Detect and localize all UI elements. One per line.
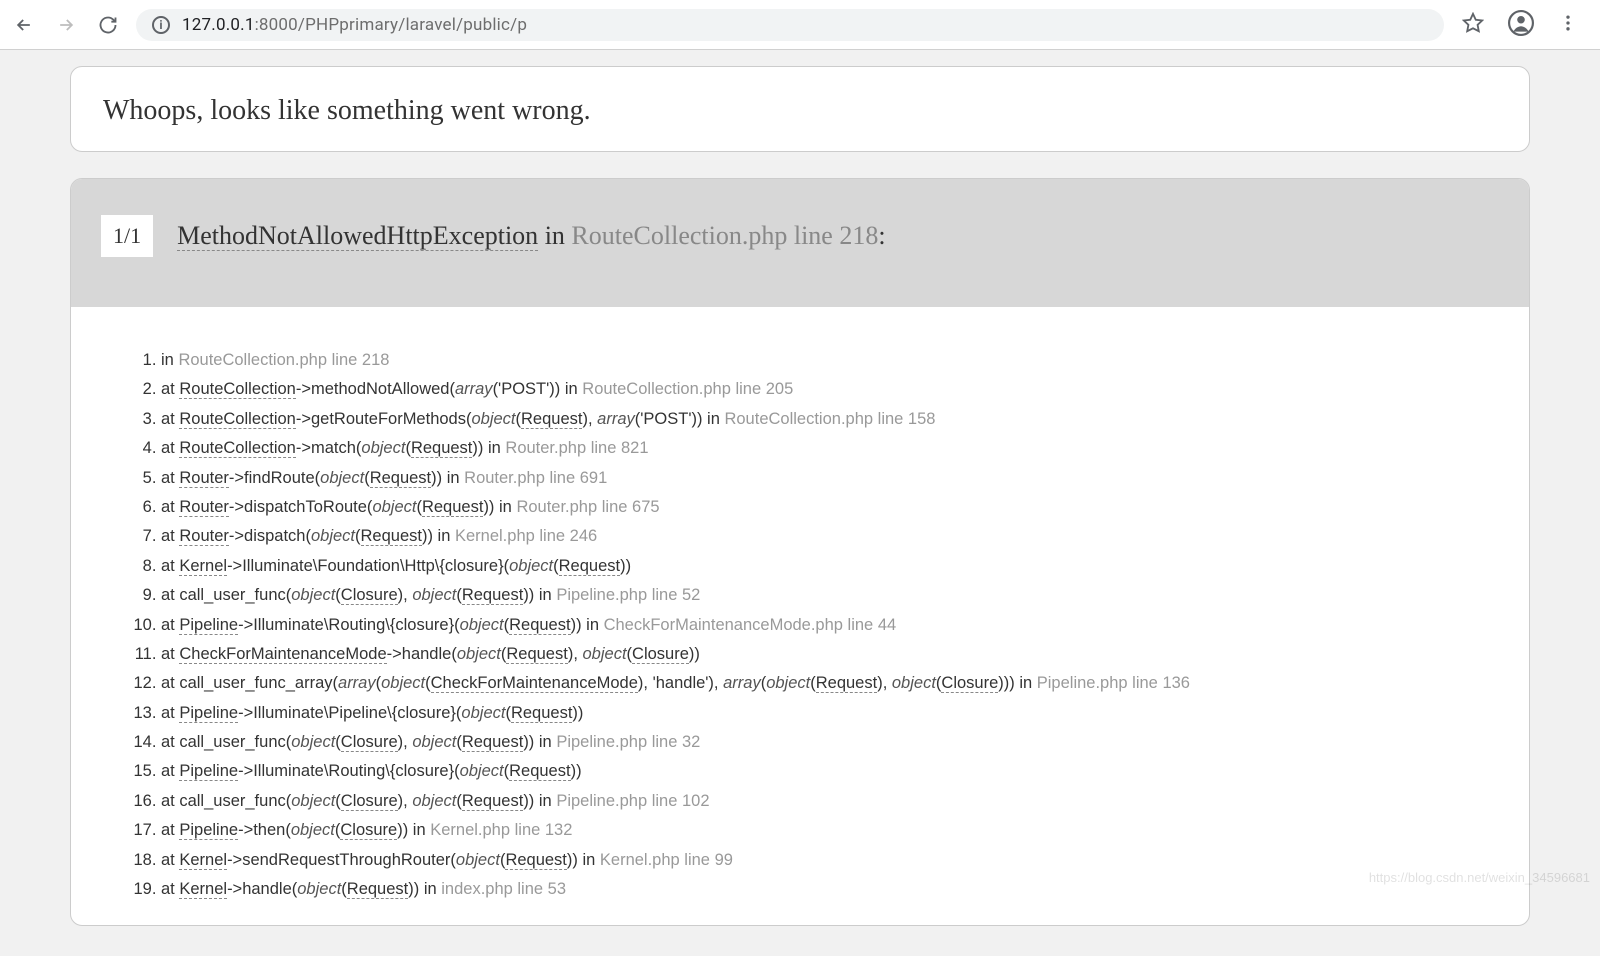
trace-item: at Pipeline->then(object(Closure)) in Ke… [161,817,1499,843]
address-bar[interactable]: i 127.0.0.1:8000/PHPprimary/laravel/publ… [136,9,1444,41]
url-text: 127.0.0.1:8000/PHPprimary/laravel/public… [182,15,527,35]
kebab-menu-icon[interactable] [1558,13,1578,37]
trace-item: at Pipeline->Illuminate\Routing\{closure… [161,758,1499,784]
trace-item: at call_user_func(object(Closure), objec… [161,729,1499,755]
page-content: Whoops, looks like something went wrong.… [0,50,1600,956]
reload-button[interactable] [98,15,118,35]
site-info-icon[interactable]: i [152,16,170,34]
stack-trace: in RouteCollection.php line 218 at RouteC… [71,307,1529,925]
error-box: 1/1 MethodNotAllowedHttpException in Rou… [70,178,1530,926]
trace-item: at RouteCollection->getRouteForMethods(o… [161,406,1499,432]
trace-item: at CheckForMaintenanceMode->handle(objec… [161,641,1499,667]
error-title: MethodNotAllowedHttpException in RouteCo… [177,221,885,251]
in-word: in [538,221,571,250]
exception-name: MethodNotAllowedHttpException [177,221,538,251]
trace-item: at Pipeline->Illuminate\Pipeline\{closur… [161,700,1499,726]
toolbar-right [1462,10,1586,40]
account-icon[interactable] [1508,10,1534,40]
error-file-ref: RouteCollection.php line 218 [571,221,878,250]
trace-item: in RouteCollection.php line 218 [161,347,1499,373]
trace-item: at Kernel->sendRequestThroughRouter(obje… [161,847,1499,873]
error-header: 1/1 MethodNotAllowedHttpException in Rou… [71,179,1529,307]
trace-item: at call_user_func(object(Closure), objec… [161,582,1499,608]
trace-item: at Kernel->handle(object(Request)) in in… [161,876,1499,902]
error-counter: 1/1 [101,215,153,257]
colon: : [878,221,885,250]
trace-item: at Router->dispatchToRoute(object(Reques… [161,494,1499,520]
bookmark-star-icon[interactable] [1462,12,1484,38]
trace-item: at Router->findRoute(object(Request)) in… [161,465,1499,491]
nav-icons [14,15,118,35]
whoops-banner: Whoops, looks like something went wrong. [70,66,1530,152]
forward-button[interactable] [56,15,76,35]
trace-item: at call_user_func(object(Closure), objec… [161,788,1499,814]
trace-item: at Kernel->Illuminate\Foundation\Http\{c… [161,553,1499,579]
trace-item: at Router->dispatch(object(Request)) in … [161,523,1499,549]
trace-item: at Pipeline->Illuminate\Routing\{closure… [161,612,1499,638]
back-button[interactable] [14,15,34,35]
browser-toolbar: i 127.0.0.1:8000/PHPprimary/laravel/publ… [0,0,1600,50]
trace-item: at call_user_func_array(array(object(Che… [161,670,1499,696]
watermark: https://blog.csdn.net/weixin_34596681 [1369,870,1590,885]
whoops-title: Whoops, looks like something went wrong. [103,95,1497,127]
trace-item: at RouteCollection->match(object(Request… [161,435,1499,461]
trace-item: at RouteCollection->methodNotAllowed(arr… [161,376,1499,402]
trace-list: in RouteCollection.php line 218 at RouteC… [121,347,1499,902]
